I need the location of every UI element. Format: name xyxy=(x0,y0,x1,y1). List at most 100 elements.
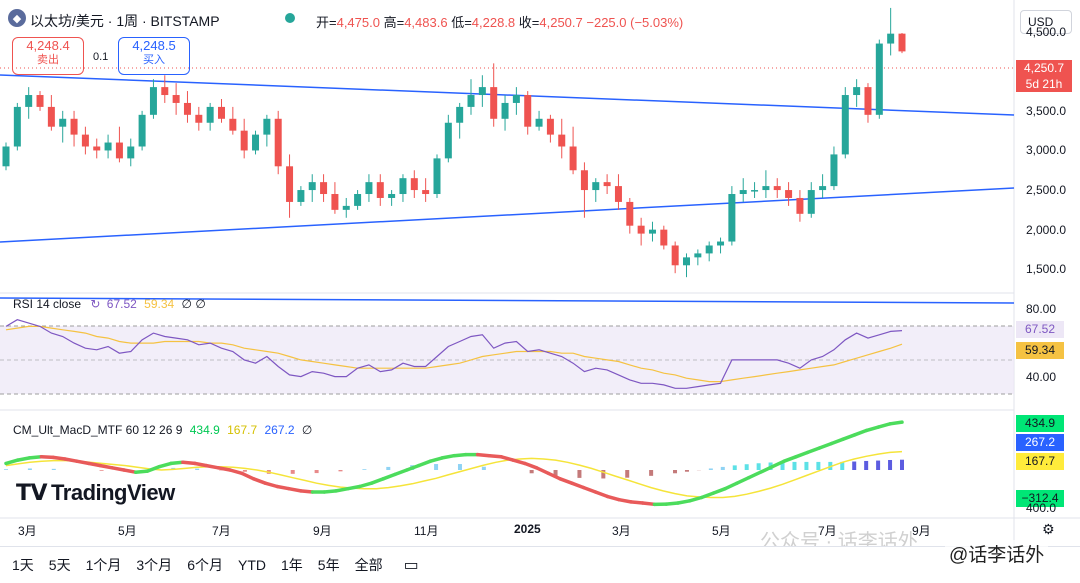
candle-body xyxy=(705,245,713,254)
macd-line-segment xyxy=(522,461,539,470)
candle-body xyxy=(717,241,725,246)
macd-hist-bar xyxy=(876,460,881,470)
macd-line-segment xyxy=(416,459,433,468)
x-label: 9月 xyxy=(313,524,332,538)
candle-body xyxy=(694,253,702,258)
tf-5y[interactable]: 5年 xyxy=(318,555,340,575)
price-tick-label: 2,000.0 xyxy=(1026,222,1067,237)
x-label: 2025 xyxy=(514,522,541,536)
candle-body xyxy=(354,194,362,206)
candle-body xyxy=(410,178,418,191)
tf-1m[interactable]: 1个月 xyxy=(86,555,122,575)
macd-line-segment xyxy=(51,455,67,461)
candle-body xyxy=(456,106,464,123)
price-tick-label: 2,500.0 xyxy=(1026,183,1067,198)
tf-ytd[interactable]: YTD xyxy=(238,557,266,573)
macd-line-segment xyxy=(711,486,727,495)
candle-body xyxy=(331,194,339,210)
rsi-ma-label: 59.34 xyxy=(1016,342,1064,359)
macd-line-segment xyxy=(758,464,775,474)
rsi-value-1: 67.52 xyxy=(106,297,137,311)
macd-hist-bar xyxy=(804,461,809,470)
macd-line-segment xyxy=(546,471,562,481)
price-tick-label: 3,500.0 xyxy=(1026,103,1067,118)
candle-body xyxy=(320,182,328,195)
calendar-icon[interactable]: ▭ xyxy=(404,555,419,575)
macd-hist-bar xyxy=(625,470,630,478)
candle-body xyxy=(535,118,543,127)
tf-1d[interactable]: 1天 xyxy=(12,555,34,575)
macd-line-segment xyxy=(393,468,409,477)
macd-value-2: 167.7 xyxy=(227,423,258,437)
candle-body xyxy=(93,146,101,151)
macd-hist-bar xyxy=(362,469,367,470)
macd-line-segment xyxy=(452,452,468,458)
tf-5d[interactable]: 5天 xyxy=(49,555,71,575)
macd-hist-bar xyxy=(457,464,462,470)
x-label: 7月 xyxy=(212,524,231,538)
rsi-value-2: 59.34 xyxy=(144,297,175,311)
rsi-value-label: 67.52 xyxy=(1016,321,1064,338)
macd-label-3: 267.2 xyxy=(1016,434,1064,451)
tf-all[interactable]: 全部 xyxy=(355,555,383,575)
macd-hist-bar xyxy=(481,466,486,470)
macd-line-segment xyxy=(16,456,32,462)
rsi-legend[interactable]: RSI 14 close ↻ 67.52 59.34 ∅ ∅ xyxy=(13,297,206,311)
macd-line-segment xyxy=(817,441,834,450)
macd-line-segment xyxy=(240,471,256,481)
macd-line-segment xyxy=(98,463,114,470)
candle-body xyxy=(25,95,33,107)
candle-body xyxy=(217,106,225,119)
candle-body xyxy=(365,182,373,195)
macd-line-segment xyxy=(145,464,162,473)
macd-line-segment xyxy=(334,486,350,493)
candle-body xyxy=(580,170,588,191)
candle-body xyxy=(195,114,203,123)
chart-canvas[interactable] xyxy=(0,0,1080,546)
price-tick-label: 4,500.0 xyxy=(1026,24,1067,39)
candle-body xyxy=(36,95,44,107)
macd-line-segment xyxy=(39,455,55,460)
candle-body xyxy=(819,186,827,191)
candle-body xyxy=(524,95,532,127)
candle-body xyxy=(252,134,260,151)
macd-line-segment xyxy=(381,472,397,481)
macd-line-segment xyxy=(346,484,362,491)
macd-legend[interactable]: CM_Ult_MacD_MTF 60 12 26 9 434.9 167.7 2… xyxy=(13,423,312,437)
macd-line-segment xyxy=(664,501,680,506)
macd-line-segment xyxy=(876,422,892,429)
x-label: 3月 xyxy=(612,524,631,538)
tf-1y[interactable]: 1年 xyxy=(281,555,303,575)
candle-body xyxy=(546,118,554,135)
macd-hist-bar xyxy=(852,461,857,470)
macd-line-segment xyxy=(63,457,79,463)
macd-line-segment xyxy=(110,466,126,472)
candle-body xyxy=(853,87,861,96)
macd-hist-bar xyxy=(434,464,439,470)
macd-line-segment xyxy=(534,466,551,476)
macd-line-segment xyxy=(322,489,338,494)
macd-line-segment xyxy=(629,500,645,505)
candle-body xyxy=(671,245,679,266)
candle-body xyxy=(183,102,191,115)
candle-body xyxy=(875,43,883,115)
macd-hist-bar xyxy=(720,466,725,470)
macd-line-segment xyxy=(841,433,857,441)
tradingview-chart-window: { "header": { "symbol": "以太坊/美元 · 1周 · B… xyxy=(0,0,1080,583)
candle-body xyxy=(127,146,135,159)
macd-line-segment xyxy=(475,452,492,458)
tf-6m[interactable]: 6个月 xyxy=(187,555,223,575)
candle-body xyxy=(149,87,157,115)
tf-3m[interactable]: 3个月 xyxy=(136,555,172,575)
candle-body xyxy=(887,33,895,44)
macd-line-segment xyxy=(746,470,763,480)
macd-line-segment xyxy=(782,455,798,463)
candle-body xyxy=(603,182,611,187)
macd-line-segment xyxy=(805,446,822,455)
candle-body xyxy=(739,190,747,195)
macd-scale-400: 400.0 xyxy=(1026,501,1057,515)
macd-line-segment xyxy=(181,460,197,466)
candle-body xyxy=(229,118,237,131)
settings-gear-icon[interactable]: ⚙ xyxy=(1042,521,1055,538)
macd-line-segment xyxy=(499,455,515,462)
